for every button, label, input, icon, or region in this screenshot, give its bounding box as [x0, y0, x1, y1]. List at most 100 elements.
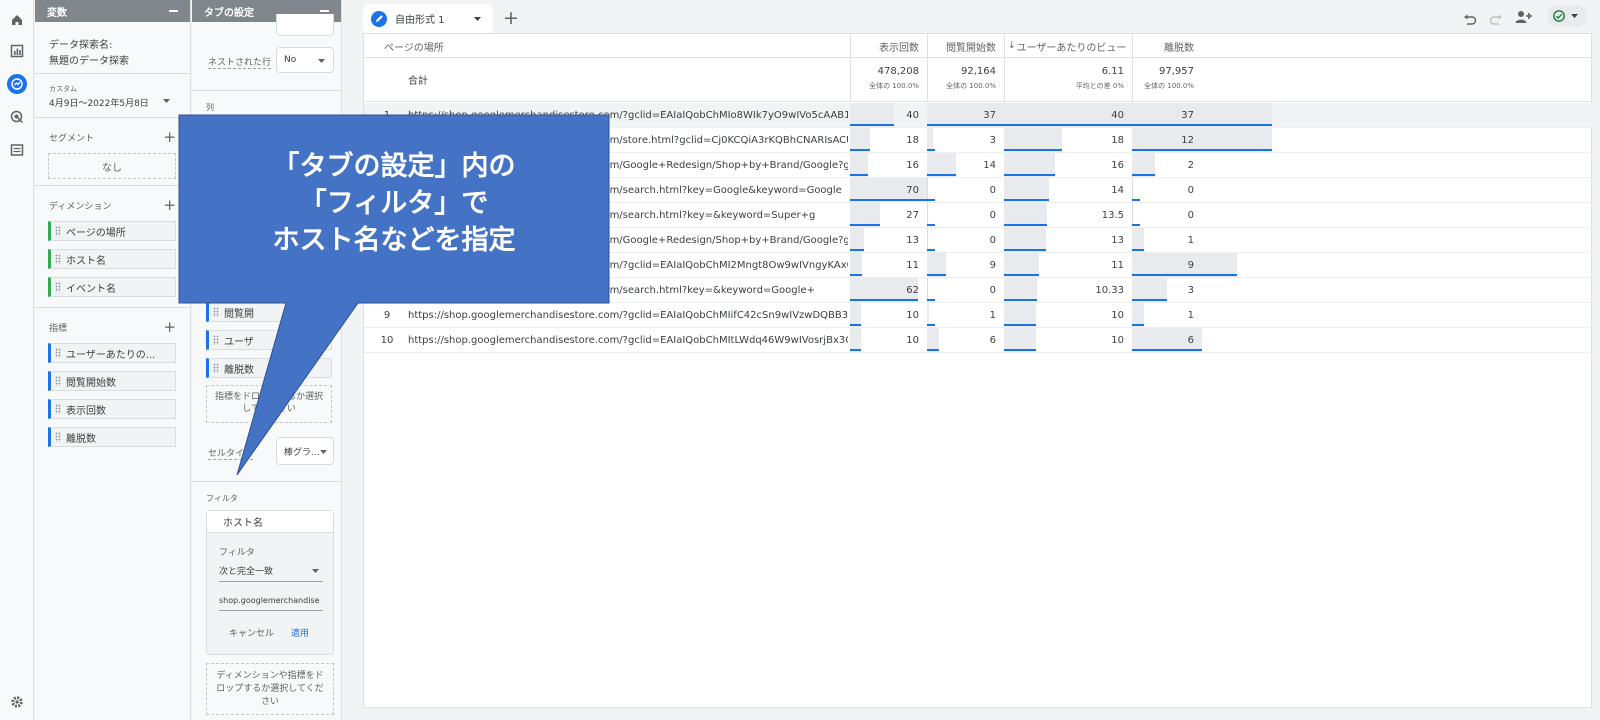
metric-chip-exits[interactable]: 離脱数: [48, 427, 176, 447]
row-index: 9: [383, 309, 391, 321]
status-check-button[interactable]: [1547, 5, 1587, 27]
metric-chip-label: ユーザーあたりの...: [66, 349, 156, 361]
row-views-value: 18: [906, 134, 919, 146]
dimension-metric-dropzone[interactable]: ディメンションや指標をドロップするか選択してください: [206, 663, 334, 715]
row-index: 10: [380, 334, 394, 346]
row-page-location[interactable]: https://shop.googlemerchandisestore.com/…: [408, 328, 848, 352]
totals-row: 合計 478,208 全体の 100.0% 92,164 全体の 100.0% …: [364, 58, 1593, 102]
column-header-page-location[interactable]: ページの場所: [384, 34, 784, 58]
exploration-name-section: データ探索名: 無題のデータ探索: [35, 22, 190, 74]
filters-section-label: フィルタ: [206, 494, 238, 503]
column-header-entrances[interactable]: 閲覧開始数: [927, 34, 1004, 58]
row-vpu-value: 13.5: [1101, 209, 1124, 221]
nested-rows-select[interactable]: No: [276, 47, 334, 73]
row-exits-value: 2: [1187, 159, 1194, 171]
dimension-chip-hostname[interactable]: ホスト名: [48, 249, 176, 269]
nested-rows-label: ネストされた行: [208, 55, 272, 69]
drag-handle-icon[interactable]: [55, 404, 61, 414]
filter-value-input[interactable]: shop.googlemerchandise: [219, 591, 323, 611]
drag-handle-icon[interactable]: [213, 363, 219, 373]
tab-label: 自由形式 1: [395, 15, 445, 26]
drag-handle-icon[interactable]: [55, 254, 61, 264]
table-row[interactable]: 8 https://shop.googlemerchandisestore.com…: [364, 278, 1593, 303]
add-metric-plus-icon[interactable]: +: [163, 320, 176, 335]
row-entr-value: 0: [989, 184, 996, 196]
drag-handle-icon[interactable]: [55, 348, 61, 358]
hidden-dropdown[interactable]: [276, 14, 334, 36]
metric-chip-entrances[interactable]: 閲覧開始数: [48, 371, 176, 391]
configure-icon[interactable]: [7, 140, 27, 160]
drag-handle-icon[interactable]: [55, 282, 61, 292]
row-vpu-value: 10: [1111, 309, 1124, 321]
cell-type-select[interactable]: 棒グラ...: [276, 437, 334, 465]
value-chip-label: ユーザ: [224, 336, 254, 348]
value-chip-entrances[interactable]: 閲覧開: [206, 302, 332, 322]
filter-dimension-chip[interactable]: ホスト名: [207, 511, 333, 533]
dimension-chip-page-location[interactable]: ページの場所: [48, 221, 176, 241]
drag-handle-icon[interactable]: [55, 432, 61, 442]
totals-views-sub: 全体の 100.0%: [869, 82, 919, 90]
filter-condition-select[interactable]: 次と完全一致: [219, 560, 323, 582]
metric-chip-views-per-user[interactable]: ユーザーあたりの...: [48, 343, 176, 363]
value-chip-label: 閲覧開: [224, 308, 254, 320]
add-tab-plus-icon[interactable]: +: [503, 7, 519, 29]
callout-text: 「タブの設定」内の 「フィルタ」で ホスト名などを指定: [180, 148, 608, 259]
redo-icon[interactable]: [1489, 11, 1503, 30]
column-header-views[interactable]: 表示回数: [850, 34, 927, 58]
value-chip-user[interactable]: ユーザ: [206, 330, 332, 350]
exploration-name-value[interactable]: 無題のデータ探索: [49, 52, 176, 67]
settings-gear-icon[interactable]: [7, 692, 27, 712]
date-range-section[interactable]: カスタム 4月9日～2022年5月8日: [35, 74, 190, 118]
add-segment-plus-icon[interactable]: +: [163, 130, 176, 145]
drag-handle-icon[interactable]: [55, 376, 61, 386]
row-page-location[interactable]: https://shop.googlemerchandisestore.com/…: [408, 278, 848, 302]
metric-dropzone[interactable]: 指標をドロップするか選択してください: [206, 385, 332, 423]
undo-icon[interactable]: [1463, 11, 1477, 30]
advertising-icon[interactable]: [7, 107, 27, 127]
row-views-value: 10: [906, 309, 919, 321]
minimize-icon[interactable]: [320, 10, 329, 12]
filter-condition-value: 次と完全一致: [219, 567, 274, 577]
row-views-value: 10: [906, 334, 919, 346]
row-page-location[interactable]: https://shop.googlemerchandisestore.com/…: [408, 103, 848, 127]
apply-button[interactable]: 適用: [291, 626, 309, 639]
row-exits-value: 6: [1187, 334, 1194, 346]
totals-views: 478,208: [877, 66, 919, 77]
dimensions-title: ディメンション: [49, 202, 112, 212]
totals-entrances: 92,164: [961, 66, 996, 77]
chevron-down-icon: [318, 59, 325, 63]
reports-icon[interactable]: [7, 41, 27, 61]
segment-empty-dropzone[interactable]: なし: [48, 153, 176, 179]
row-vpu-value: 10: [1111, 334, 1124, 346]
minimize-icon[interactable]: [169, 10, 178, 12]
pencil-icon[interactable]: [371, 10, 387, 27]
table-row[interactable]: 1 https://shop.googlemerchandisestore.com…: [364, 103, 1593, 128]
row-page-location[interactable]: https://shop.googlemerchandisestore.com/…: [408, 303, 848, 327]
explore-icon[interactable]: [7, 74, 27, 94]
metric-chip-views[interactable]: 表示回数: [48, 399, 176, 419]
drag-handle-icon[interactable]: [55, 226, 61, 236]
chevron-down-icon: [320, 450, 327, 454]
row-exits-value: 37: [1181, 109, 1194, 121]
column-header-views-per-user[interactable]: ↓ ユーザーあたりのビュー: [1004, 34, 1132, 58]
chevron-down-icon[interactable]: [474, 17, 481, 21]
row-entr-value: 0: [989, 284, 996, 296]
value-chip-exits[interactable]: 離脱数: [206, 358, 332, 378]
chevron-down-icon: [163, 99, 170, 103]
column-header-exits[interactable]: 離脱数: [1132, 34, 1202, 58]
tab-freeform-1[interactable]: 自由形式 1: [363, 4, 493, 33]
metrics-title: 指標: [49, 324, 68, 334]
dimension-chip-event-name[interactable]: イベント名: [48, 277, 176, 297]
share-user-add-icon[interactable]: [1515, 9, 1533, 28]
totals-label: 合計: [408, 76, 428, 87]
drag-handle-icon[interactable]: [213, 335, 219, 345]
tab-bar: 自由形式 1 +: [363, 4, 1592, 33]
drag-handle-icon[interactable]: [213, 307, 219, 317]
home-icon[interactable]: [7, 10, 27, 30]
variables-panel-header: 変数: [35, 0, 190, 22]
totals-exits: 97,957: [1159, 66, 1194, 77]
add-dimension-plus-icon[interactable]: +: [163, 198, 176, 213]
table-row[interactable]: 9 https://shop.googlemerchandisestore.com…: [364, 303, 1593, 328]
table-row[interactable]: 10 https://shop.googlemerchandisestore.co…: [364, 328, 1593, 353]
cancel-button[interactable]: キャンセル: [229, 626, 274, 639]
